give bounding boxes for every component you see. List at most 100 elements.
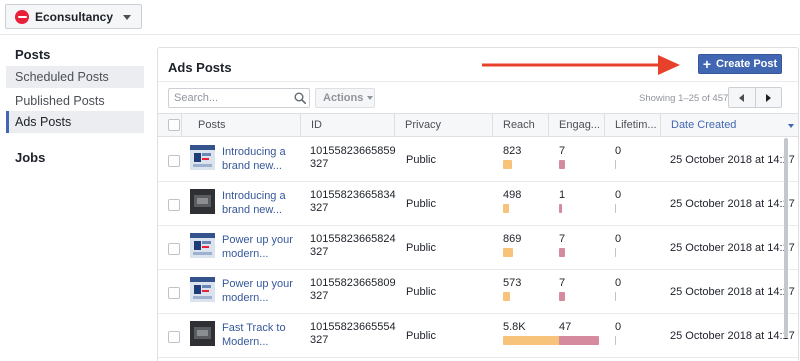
lifetime-bar (615, 292, 616, 301)
sidebar-item-ads-posts[interactable]: Ads Posts (6, 111, 144, 133)
table-header: Posts ID Privacy Reach Engag... Lifetim.… (158, 113, 798, 137)
table-row[interactable]: Introducing a brand new... 10155823665859… (158, 138, 798, 182)
vertical-scrollbar[interactable] (784, 138, 788, 338)
column-header-lifetime[interactable]: Lifetim... (604, 114, 660, 137)
reach-bar (503, 248, 513, 257)
post-thumbnail[interactable] (190, 277, 215, 302)
post-thumbnail[interactable] (190, 321, 215, 346)
column-header-privacy[interactable]: Privacy (394, 114, 492, 137)
post-id: 10155823665809 327 (310, 277, 396, 302)
post-lifetime-value: 0 (615, 189, 622, 201)
plus-icon: + (702, 56, 712, 72)
post-privacy: Public (406, 154, 436, 166)
post-engagement-value: 7 (559, 145, 566, 157)
engagement-bar (559, 160, 565, 169)
post-reach-value: 823 (503, 145, 522, 157)
post-title-link[interactable]: Introducing a brand new... (222, 146, 294, 173)
post-privacy: Public (406, 198, 436, 210)
actions-label: Actions (323, 92, 364, 104)
sidebar-heading-jobs[interactable]: Jobs (15, 150, 45, 165)
column-header-id[interactable]: ID (300, 114, 394, 137)
post-title-link[interactable]: Introducing a brand new... (222, 190, 294, 217)
row-checkbox[interactable] (168, 287, 180, 299)
post-thumbnail[interactable] (190, 189, 215, 214)
engagement-bar (559, 292, 565, 301)
page-name: Econsultancy (35, 9, 114, 24)
engagement-bar (559, 204, 562, 213)
reach-bar (503, 204, 509, 213)
page-logo-icon (15, 9, 29, 24)
create-post-label: Create Post (716, 58, 778, 70)
lifetime-bar (615, 160, 616, 169)
post-title-link[interactable]: Power up your modern... (222, 234, 294, 261)
post-reach-value: 573 (503, 277, 522, 289)
post-date-created: 25 October 2018 at 14:17 (670, 242, 795, 254)
row-checkbox[interactable] (168, 199, 180, 211)
select-all-header (158, 114, 181, 137)
post-engagement-value: 47 (559, 321, 572, 333)
pagination-status: Showing 1–25 of 457 (639, 93, 729, 104)
previous-page-button[interactable] (729, 88, 755, 107)
post-privacy: Public (406, 286, 436, 298)
sidebar-item-scheduled-posts[interactable]: Scheduled Posts (6, 66, 144, 88)
post-thumbnail[interactable] (190, 233, 215, 258)
post-lifetime-value: 0 (615, 277, 622, 289)
post-lifetime-value: 0 (615, 321, 622, 333)
select-all-checkbox[interactable] (168, 119, 180, 131)
search-icon[interactable] (294, 92, 306, 104)
table-row[interactable]: Fast Track to Modern... 10155823665554 32… (158, 314, 798, 358)
pagination-controls (728, 87, 782, 108)
post-privacy: Public (406, 242, 436, 254)
table-row[interactable]: Introducing a brand new... 10155823665834… (158, 182, 798, 226)
search-input[interactable] (168, 88, 310, 108)
post-id: 10155823665859 327 (310, 145, 396, 170)
row-checkbox[interactable] (168, 243, 180, 255)
lifetime-bar (615, 204, 616, 213)
lifetime-bar (615, 336, 616, 345)
next-page-button[interactable] (754, 88, 782, 107)
table-row[interactable]: Power up your modern... 10155823665809 32… (158, 270, 798, 314)
post-reach-value: 498 (503, 189, 522, 201)
reach-bar (503, 160, 513, 169)
chevron-left-icon (739, 93, 745, 102)
ads-posts-panel: Ads Posts + Create Post Actions Showing … (157, 47, 799, 361)
post-id: 10155823665554 327 (310, 321, 396, 346)
page-selector-dropdown[interactable]: Econsultancy (5, 4, 142, 29)
red-arrow-annotation (482, 55, 680, 75)
post-title-link[interactable]: Fast Track to Modern... (222, 322, 294, 349)
post-lifetime-value: 0 (615, 145, 622, 157)
post-engagement-value: 7 (559, 233, 566, 245)
post-id: 10155823665834 327 (310, 189, 396, 214)
chevron-down-icon (367, 96, 374, 100)
post-id: 10155823665824 327 (310, 233, 396, 258)
row-checkbox[interactable] (168, 155, 180, 167)
post-title-link[interactable]: Power up your modern... (222, 278, 294, 305)
create-post-button[interactable]: + Create Post (698, 54, 782, 74)
lifetime-bar (615, 248, 616, 257)
row-checkbox[interactable] (168, 331, 180, 343)
column-header-reach[interactable]: Reach (492, 114, 548, 137)
post-thumbnail[interactable] (190, 145, 215, 170)
sidebar-item-published-posts[interactable]: Published Posts (6, 90, 144, 112)
date-created-label: Date Created (671, 119, 737, 131)
panel-title: Ads Posts (168, 60, 232, 75)
sidebar-heading-posts: Posts (15, 47, 51, 62)
actions-dropdown[interactable]: Actions (315, 88, 375, 108)
chevron-down-icon (123, 15, 131, 20)
reach-bar (503, 292, 510, 301)
table-row[interactable]: Power up your modern... 10155823665824 32… (158, 226, 798, 270)
post-engagement-value: 1 (559, 189, 566, 201)
engagement-bar (559, 248, 565, 257)
post-date-created: 25 October 2018 at 14:17 (670, 330, 795, 342)
post-privacy: Public (406, 330, 436, 342)
engagement-bar (559, 336, 599, 345)
post-date-created: 25 October 2018 at 14:17 (670, 286, 795, 298)
post-lifetime-value: 0 (615, 233, 622, 245)
sort-descending-icon (788, 124, 794, 128)
post-date-created: 25 October 2018 at 14:17 (670, 198, 795, 210)
column-header-posts[interactable]: Posts (181, 114, 300, 137)
column-header-engagement[interactable]: Engag... (548, 114, 604, 137)
chevron-right-icon (765, 93, 771, 102)
column-header-date-created[interactable]: Date Created (660, 114, 798, 137)
post-date-created: 25 October 2018 at 14:17 (670, 154, 795, 166)
